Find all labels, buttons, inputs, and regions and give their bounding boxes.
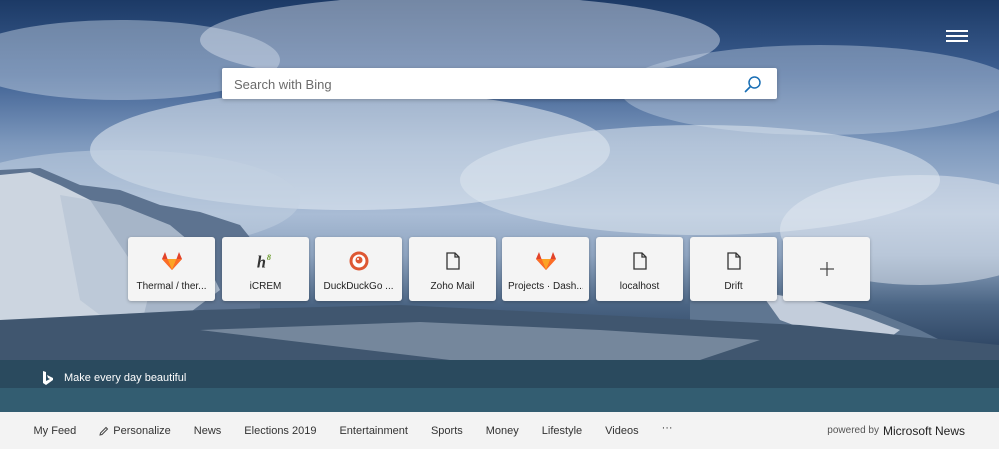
nav-label: Personalize — [113, 424, 171, 437]
search-input[interactable] — [232, 68, 736, 101]
nav-label: My Feed — [33, 424, 77, 437]
tile-icrem[interactable]: h 8 iCREM — [222, 237, 309, 301]
powered-by-text: powered by — [827, 425, 879, 436]
nav-entertainment[interactable]: Entertainment — [328, 425, 419, 437]
nav-money[interactable]: Money — [474, 425, 530, 437]
tile-label: DuckDuckGo ... — [323, 281, 394, 292]
search-icon[interactable] — [743, 74, 763, 94]
bing-image-info[interactable]: Make every day beautiful — [42, 370, 186, 386]
tile-localhost[interactable]: localhost — [596, 237, 683, 301]
nav-news[interactable]: News — [182, 425, 233, 437]
nav-videos[interactable]: Videos — [594, 425, 650, 437]
nav-label: News — [193, 424, 222, 437]
microsoft-news-brand: Microsoft News — [882, 423, 965, 438]
tile-zoho-mail[interactable]: Zoho Mail — [409, 237, 496, 301]
nav-lifestyle[interactable]: Lifestyle — [530, 425, 593, 437]
tile-label: Projects · Dash... — [508, 281, 583, 292]
news-nav-bar: My Feed Personalize News Elections 2019 … — [0, 412, 999, 449]
tile-thermal[interactable]: Thermal / ther... — [128, 237, 215, 301]
svg-text:h: h — [256, 252, 265, 271]
landscape-illustration — [0, 0, 999, 412]
nav-label: Money — [485, 424, 519, 437]
hamburger-icon — [946, 30, 968, 32]
tile-duckduckgo[interactable]: DuckDuckGo ... — [315, 237, 402, 301]
page-icon — [443, 251, 463, 271]
tile-projects-dashboard[interactable]: Projects · Dash... — [502, 237, 589, 301]
bing-logo-icon — [43, 371, 53, 385]
nav-my-feed[interactable]: My Feed — [22, 425, 88, 437]
pencil-icon — [99, 426, 109, 436]
bing-tagline: Make every day beautiful — [64, 372, 187, 384]
search-box[interactable] — [222, 68, 777, 101]
nav-label: Entertainment — [339, 424, 408, 437]
nav-label: Sports — [430, 424, 463, 437]
more-dots-icon[interactable]: ··· — [650, 422, 684, 434]
nav-more-label: ··· — [661, 421, 673, 434]
svg-text:8: 8 — [266, 253, 270, 262]
tile-label: Drift — [724, 281, 743, 292]
tile-label: Thermal / ther... — [136, 281, 207, 292]
nav-label: Elections 2019 — [244, 424, 317, 437]
tile-drift[interactable]: Drift — [690, 237, 777, 301]
plus-icon — [817, 259, 837, 279]
nav-sports[interactable]: Sports — [419, 425, 474, 437]
background-image: Thermal / ther... h 8 iCREM DuckDuckGo .… — [0, 0, 999, 412]
add-site-button[interactable] — [783, 237, 870, 301]
icrem-h8-icon: h 8 — [256, 251, 276, 271]
news-nav: My Feed Personalize News Elections 2019 … — [22, 412, 684, 449]
powered-by-microsoft-news[interactable]: powered by Microsoft News — [827, 412, 965, 449]
menu-button[interactable] — [946, 28, 968, 48]
tile-label: Zoho Mail — [430, 281, 475, 292]
nav-label: Videos — [605, 424, 639, 437]
nav-personalize[interactable]: Personalize — [88, 425, 182, 437]
nav-elections-2019[interactable]: Elections 2019 — [233, 425, 328, 437]
page-icon — [724, 251, 744, 271]
page-icon — [630, 251, 650, 271]
tile-label: localhost — [619, 281, 660, 292]
gitlab-icon — [535, 251, 556, 271]
duckduckgo-icon — [349, 251, 369, 271]
nav-label: Lifestyle — [541, 424, 583, 437]
tile-label: iCREM — [249, 281, 282, 292]
gitlab-icon — [161, 251, 182, 271]
